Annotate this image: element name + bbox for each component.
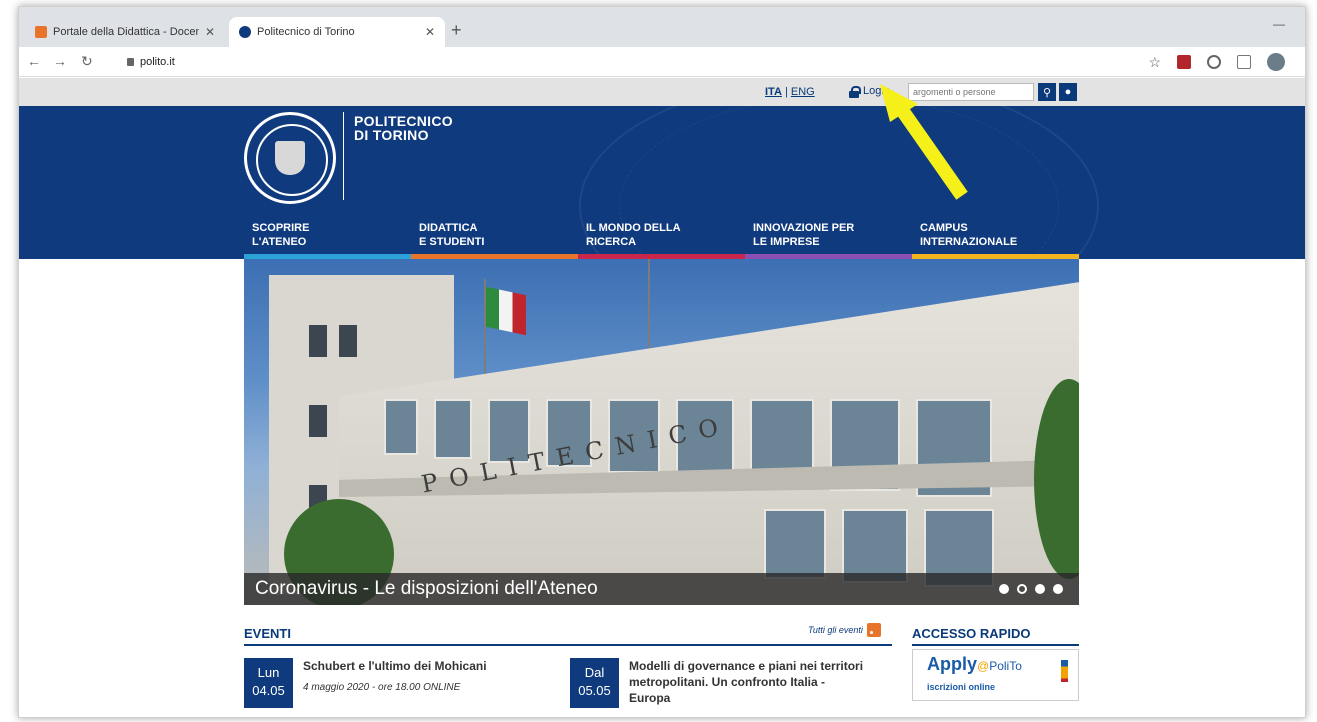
event-date-badge: Dal 05.05 [570,658,619,708]
avatar[interactable] [1267,53,1285,71]
logo-wordmark[interactable]: POLITECNICO DI TORINO [354,114,453,142]
close-tab-icon[interactable]: ✕ [425,25,435,39]
main-menu: SCOPRIRE L'ATENEO DIDATTICA E STUDENTI I… [244,218,1079,259]
politecnico-seal-logo[interactable] [244,112,336,204]
carousel-dot[interactable] [1035,584,1045,594]
tab-title: Politecnico di Torino [257,26,355,38]
event-item[interactable]: Dal 05.05 Modelli di governance e piani … [570,658,869,708]
padlock-icon [849,85,861,98]
language-switch: ITA | ENG [765,86,815,98]
lang-eng-link[interactable]: ENG [791,86,815,98]
tab-title: Portale della Didattica - Docente [53,26,199,38]
forward-icon[interactable]: → [53,53,67,69]
apply-logo: Apply@PoliTo [927,654,1022,675]
event-day: Dal [584,665,605,680]
circle-extension-icon[interactable] [1207,55,1221,69]
event-body: Modelli di governance e piani nei territ… [629,658,869,708]
carousel-dot[interactable] [999,584,1009,594]
favicon-icon [35,26,47,38]
menu-label-line1: SCOPRIRE [252,222,310,234]
menu-label-line2: L'ATENEO [252,236,307,248]
apply-subtitle: iscrizioni online [927,682,996,692]
carousel-dot-active[interactable] [1017,584,1027,594]
tutti-eventi-link[interactable]: Tutti gli eventi [808,623,881,637]
lock-icon [127,58,134,66]
event-subtitle: 4 maggio 2020 - ore 18.00 ONLINE [303,682,461,693]
lang-separator: | [784,86,788,98]
site-utility-bar: ITA | ENG Login ⚲ ● [19,78,1305,106]
hero-carousel[interactable]: POLITECNICO Coronavirus - Le disposizion… [244,259,1079,605]
tab-strip: Portale della Didattica - Docente ✕ Poli… [19,7,1305,47]
tutti-eventi-label: Tutti gli eventi [808,625,863,635]
apply-at: @ [977,659,990,673]
carousel-dot[interactable] [1053,584,1063,594]
carousel-dots [999,584,1063,594]
site-header: POLITECNICO DI TORINO SCOPRIRE L'ATENEO … [19,106,1305,259]
apply-polito-word: PoliTo [989,659,1022,673]
apply-word: Apply [927,654,978,674]
site-search-input[interactable] [908,83,1034,101]
event-body: Schubert e l'ultimo dei Mohicani 4 maggi… [303,658,543,708]
menu-label-line1: CAMPUS [920,222,968,234]
menu-label-line1: DIDATTICA [419,222,478,234]
search-icon[interactable]: ⚲ [1038,83,1056,101]
accesso-divider [912,644,1079,646]
italian-flag-image [486,286,526,336]
event-date: 05.05 [578,683,611,698]
address-bar[interactable]: polito.it [127,51,1147,73]
menu-item-ricerca[interactable]: IL MONDO DELLA RICERCA [578,218,745,259]
login-label: Login [863,85,890,97]
hero-caption-bar[interactable]: Coronavirus - Le disposizioni dell'Atene… [244,573,1079,605]
login-link[interactable]: Login [849,85,890,98]
favicon-icon [239,26,251,38]
star-icon[interactable]: ☆ [1148,54,1161,71]
tab-politecnico[interactable]: Politecnico di Torino ✕ [229,17,445,47]
accesso-rapido-heading: ACCESSO RAPIDO [912,626,1031,641]
event-title[interactable]: Schubert e l'ultimo dei Mohicani [303,658,543,674]
reload-icon[interactable]: ↻ [81,53,93,70]
event-date-badge: Lun 04.05 [244,658,293,708]
menu-label-line2: E STUDENTI [419,236,485,248]
toolbar-extensions: ☆ [1148,53,1285,71]
pencil-icon [1061,660,1068,682]
apply-polito-banner[interactable]: Apply@PoliTo iscrizioni online [912,649,1079,701]
tab-portale-didattica[interactable]: Portale della Didattica - Docente ✕ [25,17,225,47]
logo-line-2: DI TORINO [354,127,429,143]
close-tab-icon[interactable]: ✕ [205,25,215,39]
menu-item-campus[interactable]: CAMPUS INTERNAZIONALE [912,218,1079,259]
new-tab-button[interactable]: + [451,20,462,41]
event-date: 04.05 [252,683,285,698]
menu-label-line2: INTERNAZIONALE [920,236,1018,248]
rss-icon[interactable] [866,623,881,637]
pdf-extension-icon[interactable] [1177,55,1191,69]
menu-item-scoprire-ateneo[interactable]: SCOPRIRE L'ATENEO [244,218,411,259]
event-title[interactable]: Modelli di governance e piani nei territ… [629,658,869,706]
browser-window: Portale della Didattica - Docente ✕ Poli… [18,6,1306,718]
menu-item-innovazione[interactable]: INNOVAZIONE PER LE IMPRESE [745,218,912,259]
menu-label-line2: RICERCA [586,236,637,248]
menu-label-line2: LE IMPRESE [753,236,820,248]
hero-caption[interactable]: Coronavirus - Le disposizioni dell'Atene… [255,578,598,600]
menu-item-didattica[interactable]: DIDATTICA E STUDENTI [411,218,578,259]
logo-divider [343,112,344,200]
event-day: Lun [257,665,280,680]
lang-ita-link[interactable]: ITA [765,86,782,98]
user-icon[interactable]: ● [1059,83,1077,101]
eventi-heading: EVENTI [244,626,291,641]
eventi-divider [244,644,892,646]
logo-line-1: POLITECNICO [354,113,453,129]
minimize-icon[interactable]: — [1273,17,1285,31]
url-text: polito.it [140,56,175,68]
event-item[interactable]: Lun 04.05 Schubert e l'ultimo dei Mohica… [244,658,543,708]
grid-extension-icon[interactable] [1237,55,1251,69]
back-icon[interactable]: ← [27,53,41,69]
browser-toolbar: ← → ↻ polito.it ☆ [19,47,1305,77]
menu-label-line1: IL MONDO DELLA [586,222,681,234]
menu-label-line1: INNOVAZIONE PER [753,222,855,234]
